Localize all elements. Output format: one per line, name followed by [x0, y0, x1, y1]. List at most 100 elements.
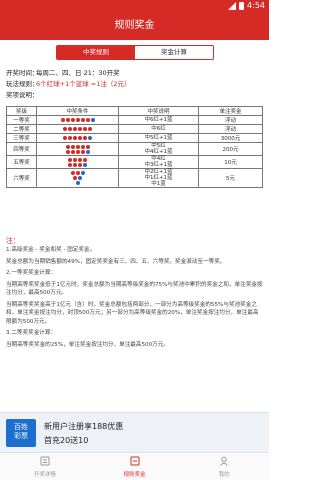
red-ball-icon: [83, 136, 87, 140]
red-ball-icon: [75, 149, 80, 154]
header: 规则奖金: [0, 12, 269, 40]
prize-desc-line: 中4红+1蓝: [144, 149, 173, 155]
tab-rules[interactable]: 中奖规则: [57, 46, 135, 59]
col-header-desc: 中奖说明: [118, 106, 199, 116]
col-header-prize: 单注奖金: [198, 106, 263, 116]
notes-heading: 注：: [6, 237, 20, 245]
battery-icon: [239, 1, 245, 10]
tabbar-item-draw-detail[interactable]: 开奖详情: [0, 453, 90, 480]
prize-description: 中6红: [118, 124, 199, 134]
red-ball-icon: [73, 162, 77, 167]
prize-condition: [36, 155, 119, 169]
segment-tabs: 中奖规则 奖金计算: [56, 45, 214, 60]
red-ball-icon: [68, 136, 72, 140]
prize-desc-label: 奖项说明：: [6, 91, 39, 99]
prize-table: 奖级 中奖条件 中奖说明 单注奖金 一等奖 中6红+1蓝 浮动 二等奖 中6红 浮动 三等奖…: [6, 106, 263, 188]
prize-desc-line: 中6红: [151, 126, 166, 132]
prize-description: 中6红+1蓝: [118, 115, 199, 125]
draw-detail-icon: [40, 456, 50, 466]
red-ball-icon: [68, 162, 72, 167]
prize-description: 中4红 中3红+1蓝: [118, 155, 199, 169]
prize-condition: [36, 115, 119, 125]
col-header-level: 奖级: [6, 106, 37, 116]
tabbar-item-mine[interactable]: 我的: [179, 453, 269, 480]
red-ball-icon: [65, 149, 70, 154]
note-item: 3.二等奖奖金计算：: [6, 330, 57, 336]
blue-ball-icon: [75, 181, 80, 185]
ball-combination: [37, 136, 118, 141]
red-ball-icon: [63, 127, 67, 131]
col-header-condition: 中奖条件: [36, 106, 119, 116]
ball-combination: [37, 127, 118, 132]
open-time-label: 开奖时间：: [6, 69, 39, 77]
open-time-value: 每周二、四、日 21：30开奖: [36, 69, 120, 77]
red-ball-icon: [70, 149, 75, 154]
red-ball-icon: [78, 127, 82, 131]
prize-amount: 200元: [198, 142, 263, 156]
ball-combination: [37, 149, 118, 154]
baixing-logo: 百姓 彩票: [6, 419, 36, 447]
note-item: 1.高级奖金 - 奖金和奖 - 固定奖金。: [6, 247, 96, 253]
table-row: 三等奖 中5红+1蓝 3000元: [6, 133, 263, 143]
blue-ball-icon: [83, 162, 87, 167]
red-ball-icon: [73, 136, 77, 140]
prize-amount: 浮动: [198, 115, 263, 125]
prize-description: 中5红 中4红+1蓝: [118, 142, 199, 156]
red-ball-icon: [70, 171, 75, 175]
red-ball-icon: [78, 162, 82, 167]
red-ball-icon: [68, 157, 72, 162]
prize-condition: [36, 142, 119, 156]
prize-table-body: 一等奖 中6红+1蓝 浮动 二等奖 中6红 浮动 三等奖 中5红+1蓝 3000元 四等奖 中5红中…: [6, 115, 263, 188]
banner-line-2: 首充20送10: [44, 436, 89, 445]
prize-level: 四等奖: [6, 142, 37, 156]
prize-amount: 3000元: [198, 133, 263, 143]
note-item: 当期高等奖奖金的25%，单注奖金按注均分，单注最高500万元。: [6, 341, 169, 348]
prize-level: 六等奖: [6, 168, 37, 188]
status-bar: 4:54: [0, 0, 269, 12]
blue-ball-icon: [88, 136, 92, 140]
red-ball-icon: [70, 144, 75, 149]
prize-amount: 浮动: [198, 124, 263, 134]
table-row: 四等奖 中5红 中4红+1蓝 200元: [6, 142, 263, 156]
red-ball-icon: [63, 136, 67, 140]
prize-level: 五等奖: [6, 155, 37, 169]
ball-combination: [37, 118, 118, 123]
red-ball-icon: [75, 171, 80, 175]
prize-desc-line: 中1蓝: [151, 181, 166, 187]
rules-icon: [130, 456, 139, 466]
red-ball-icon: [65, 118, 70, 122]
red-ball-icon: [65, 144, 70, 149]
banner-line-1: 新用户注册享188优惠: [44, 422, 124, 431]
red-ball-icon: [85, 118, 90, 122]
ball-combination: [37, 162, 118, 167]
promo-banner[interactable]: 百姓 彩票 新用户注册享188优惠 首充20送10: [0, 412, 269, 452]
tabbar-label: 开奖详情: [33, 472, 56, 478]
table-row: 一等奖 中6红+1蓝 浮动: [6, 115, 263, 125]
play-rule-value: 6个红球+1个蓝球 =1注（2元）: [36, 80, 131, 88]
rules-info: 开奖时间： 每周二、四、日 21：30开奖 玩法规则： 6个红球+1个蓝球 =1…: [6, 68, 264, 101]
table-row: 六等奖 中2红+1蓝 中1红+1蓝 中1蓝 5元: [6, 168, 263, 188]
blue-ball-icon: [85, 149, 90, 154]
user-icon: [220, 456, 229, 466]
prize-desc-line: 中5红+1蓝: [144, 135, 173, 141]
prize-desc-line: 中6红+1蓝: [144, 117, 173, 123]
red-ball-icon: [78, 136, 82, 140]
blue-ball-icon: [78, 176, 82, 180]
note-item: 当期高等奖奖金低于1亿元时，奖金总额为当期高等级奖金的75%与奖池中累积的奖金之…: [6, 281, 263, 297]
table-header-row: 奖级 中奖条件 中奖说明 单注奖金: [6, 106, 263, 116]
tabbar-item-rules[interactable]: 规则奖金: [90, 453, 180, 480]
prize-amount: 10元: [198, 155, 263, 169]
red-ball-icon: [78, 157, 82, 162]
table-row: 五等奖 中4红 中3红+1蓝 10元: [6, 155, 263, 169]
note-item: 当期高等奖奖金高于1亿元（含）时，奖金总额包括两部分，一部分为高等级奖金的55%…: [6, 301, 259, 325]
notes-section: 注： 1.高级奖金 - 奖金和奖 - 固定奖金。 奖金总额为当期销售额的49%，…: [6, 236, 264, 352]
ball-combination: [37, 181, 118, 186]
tab-calc[interactable]: 奖金计算: [135, 46, 213, 59]
play-rule-label: 玩法规则：: [6, 80, 39, 88]
bottom-tab-bar: 开奖详情 规则奖金 我的: [0, 452, 269, 480]
red-ball-icon: [75, 118, 80, 122]
red-ball-icon: [80, 118, 85, 122]
note-item: 奖金总额为当期销售额的49%，固定奖奖金有三、四、五、六等奖。奖金滚动至一等奖。: [6, 258, 226, 265]
prize-condition: [36, 133, 119, 143]
red-ball-icon: [80, 149, 85, 154]
